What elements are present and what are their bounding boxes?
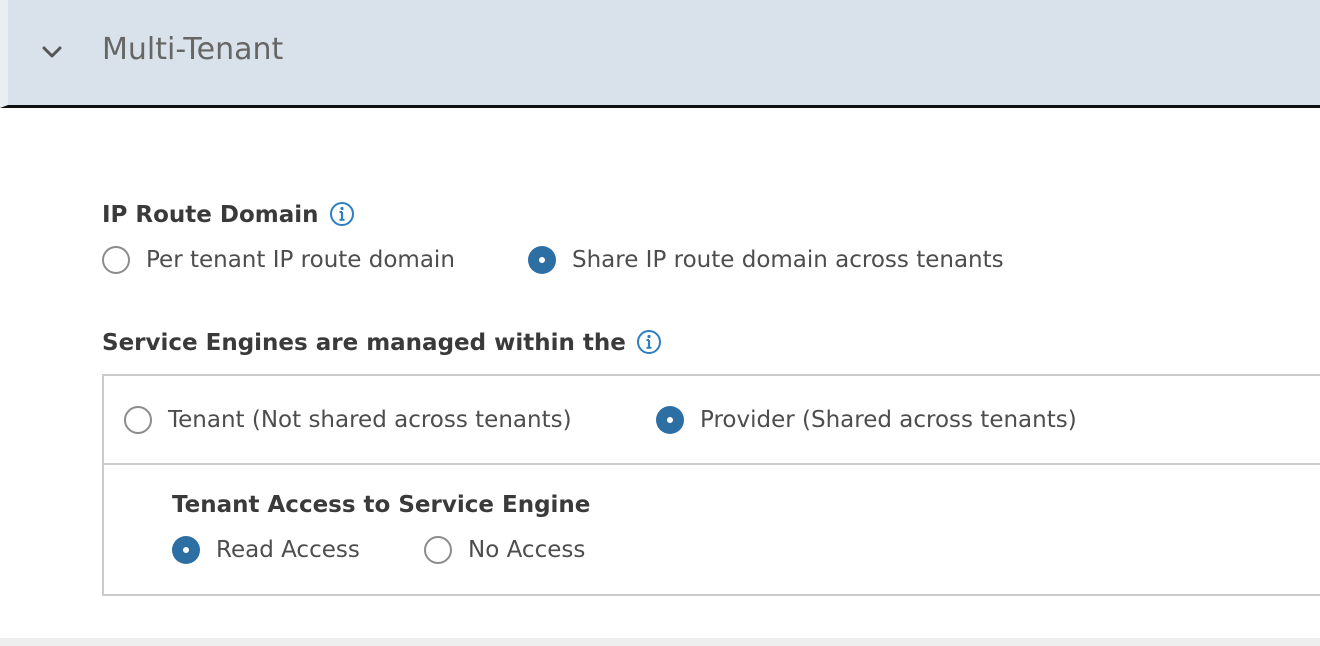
- section-footer-divider: [0, 638, 1320, 646]
- ip-route-domain-label: IP Route Domain: [102, 200, 355, 230]
- radio-button[interactable]: [656, 406, 684, 434]
- radio-button[interactable]: [124, 406, 152, 434]
- radio-tenant-not-shared[interactable]: Tenant (Not shared across tenants): [124, 404, 572, 436]
- ip-route-domain-label-text: IP Route Domain: [102, 202, 319, 228]
- radio-no-access[interactable]: No Access: [424, 534, 585, 566]
- divider: [102, 463, 1320, 465]
- radio-label: Read Access: [216, 537, 360, 563]
- info-circle-icon[interactable]: [329, 201, 355, 227]
- radio-label: Provider (Shared across tenants): [700, 407, 1077, 433]
- radio-label: Per tenant IP route domain: [146, 247, 455, 273]
- radio-button[interactable]: [528, 246, 556, 274]
- radio-button[interactable]: [424, 536, 452, 564]
- radio-button[interactable]: [102, 246, 130, 274]
- service-engines-managed-label-text: Service Engines are managed within the: [102, 330, 626, 356]
- info-circle-icon[interactable]: [636, 329, 662, 355]
- section-title: Multi-Tenant: [102, 32, 284, 67]
- radio-button[interactable]: [172, 536, 200, 564]
- service-engines-managed-label: Service Engines are managed within the: [102, 328, 662, 358]
- radio-per-tenant-ip-route-domain[interactable]: Per tenant IP route domain: [102, 244, 455, 276]
- section-header-multi-tenant[interactable]: Multi-Tenant: [0, 0, 1320, 108]
- radio-label: Tenant (Not shared across tenants): [168, 407, 572, 433]
- radio-provider-shared[interactable]: Provider (Shared across tenants): [656, 404, 1077, 436]
- tenant-access-label: Tenant Access to Service Engine: [172, 492, 591, 518]
- radio-read-access[interactable]: Read Access: [172, 534, 360, 566]
- chevron-down-icon[interactable]: [38, 38, 66, 66]
- radio-label: No Access: [468, 537, 586, 563]
- radio-label: Share IP route domain across tenants: [572, 247, 1004, 273]
- radio-share-ip-route-domain[interactable]: Share IP route domain across tenants: [528, 244, 1004, 276]
